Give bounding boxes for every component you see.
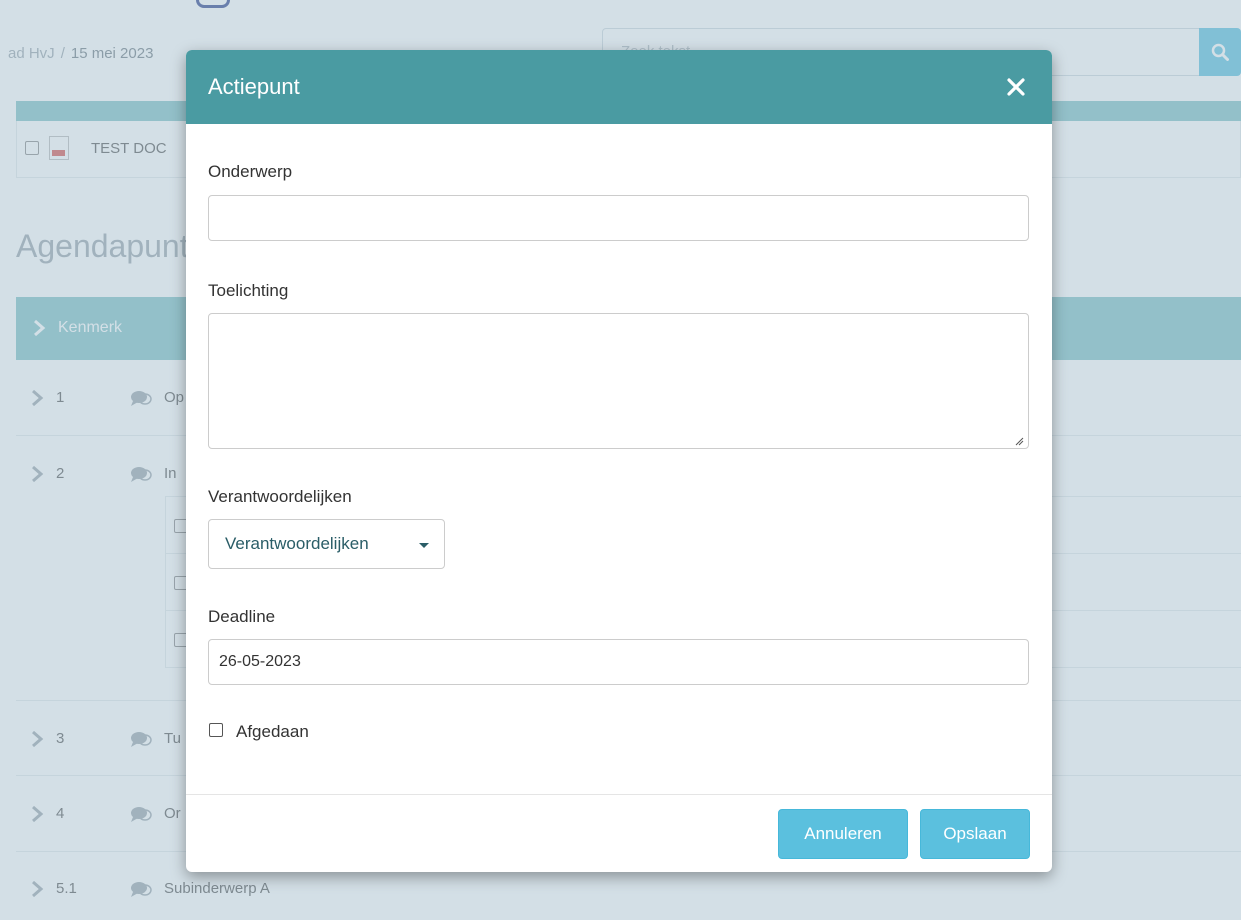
modal-header: Actiepunt [186,50,1052,124]
cancel-button[interactable]: Annuleren [778,809,908,859]
action-item-modal: Actiepunt Onderwerp Toelichting Verantwo… [186,50,1052,872]
responsibles-label: Verantwoordelijken [208,487,352,506]
caret-down-icon [419,543,429,548]
subject-label: Onderwerp [208,162,293,181]
done-checkbox[interactable] [209,723,223,737]
resize-handle-icon[interactable] [1014,436,1024,446]
close-icon[interactable] [1006,77,1026,97]
responsibles-dropdown[interactable]: Verantwoordelijken [208,519,445,569]
explanation-textarea[interactable] [208,313,1029,449]
subject-input[interactable] [208,195,1029,241]
modal-footer: Annuleren Opslaan [186,794,1052,872]
responsibles-dropdown-label: Verantwoordelijken [225,534,369,553]
modal-title: Actiepunt [208,74,300,99]
save-button[interactable]: Opslaan [920,809,1030,859]
deadline-label: Deadline [208,607,276,626]
explanation-label: Toelichting [208,281,289,300]
done-label[interactable]: Afgedaan [236,722,309,742]
deadline-input[interactable] [208,639,1029,685]
